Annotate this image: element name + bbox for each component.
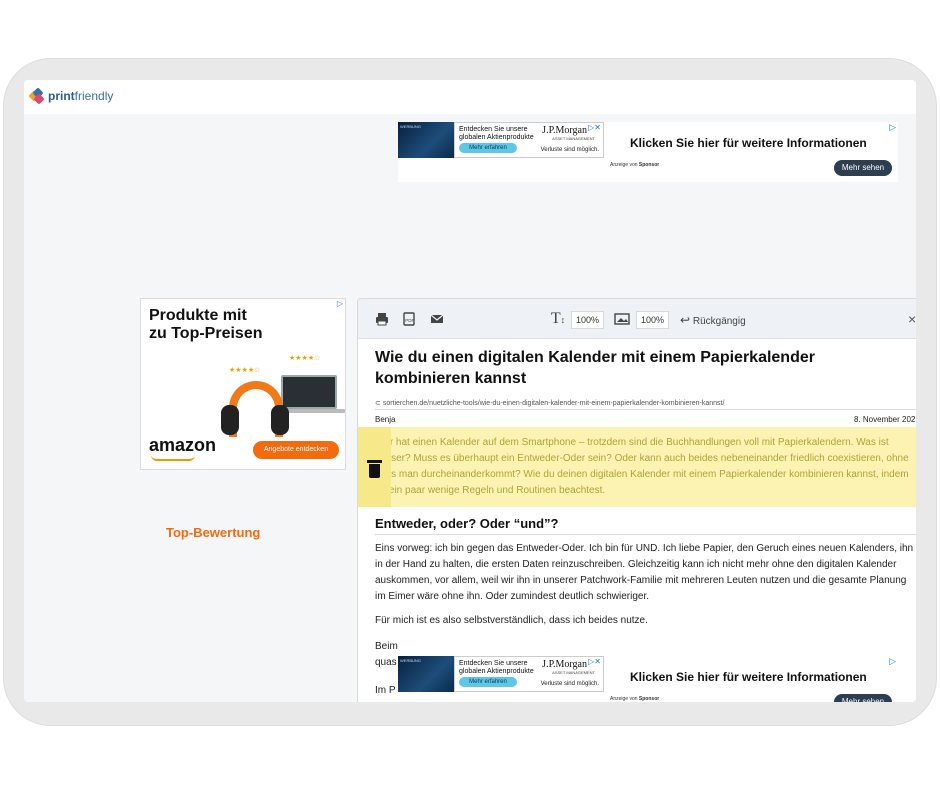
- article-paragraph[interactable]: Für mich ist es also selbstverständlich,…: [375, 613, 915, 629]
- amazon-smile-icon: [151, 455, 195, 461]
- ad-headline[interactable]: Klicken Sie hier für weitere Information…: [630, 136, 867, 150]
- ad-banner-top[interactable]: WERBUNG Entdecken Sie unsere globalen Ak…: [398, 122, 898, 182]
- printfriendly-logo[interactable]: printfriendly: [28, 87, 114, 105]
- delete-bar[interactable]: [358, 427, 391, 507]
- article-title: Wie du einen digitalen Kalender mit eine…: [375, 349, 815, 387]
- headphones-ear-right: [271, 405, 289, 435]
- screen: printfriendly WERBUNG Entdecken Sie unse…: [24, 80, 916, 702]
- text-size-icon[interactable]: T↕: [548, 311, 568, 327]
- article-intro[interactable]: Wer hat einen Kalender auf dem Smartphon…: [375, 435, 915, 499]
- article-date: 8. November 202: [854, 415, 916, 424]
- article-paragraph[interactable]: Beim: [375, 639, 915, 655]
- amazon-logo: amazon: [149, 435, 217, 455]
- ad-brand-sub: ASSET MANAGEMENT: [552, 136, 595, 141]
- ad-brand: J.P.Morgan: [542, 659, 587, 670]
- laptop-image: [281, 375, 337, 409]
- trash-icon[interactable]: [367, 460, 382, 478]
- ad-headline[interactable]: Klicken Sie hier für weitere Information…: [630, 670, 867, 684]
- ad-close-icon[interactable]: ▷✕: [588, 123, 601, 132]
- ad-brand-sub: ASSET MANAGEMENT: [552, 670, 595, 675]
- text-size-value[interactable]: 100%: [571, 311, 605, 329]
- undo-icon: ↩: [680, 313, 691, 327]
- divider: [375, 534, 916, 535]
- ad-text: Entdecken Sie unsere globalen Aktienprod…: [459, 660, 534, 675]
- ad-sponsor-label: Anzeige von Sponsor: [610, 696, 660, 702]
- logo-text: printfriendly: [48, 89, 114, 103]
- printer-icon[interactable]: [375, 312, 389, 326]
- rating-stars: ★★★★☆: [289, 355, 321, 362]
- ad-side-headline: Produkte mit Top-Bewertung zu Top-Preise…: [149, 307, 263, 540]
- ad-disclaimer: Verluste sind möglich.: [540, 147, 599, 153]
- ad-banner-bottom[interactable]: WERBUNG Entdecken Sie unsere globalen Ak…: [398, 656, 898, 702]
- ad-box: Entdecken Sie unsere globalen Aktienprod…: [454, 656, 604, 692]
- image-size-value[interactable]: 100%: [636, 311, 670, 329]
- ad-disclaimer: Verluste sind möglich.: [540, 681, 599, 687]
- document-toolbar: PDF T↕ 100% 100% ↩ Rückgängig ×: [358, 299, 916, 339]
- ad-close-icon[interactable]: ▷✕: [588, 657, 601, 666]
- adchoices-icon[interactable]: ▷: [889, 656, 896, 667]
- adchoices-icon[interactable]: ▷: [889, 122, 896, 133]
- undo-button[interactable]: ↩ Rückgängig: [680, 313, 746, 327]
- logo-mark-icon: [28, 87, 45, 105]
- ad-more-button[interactable]: Mehr sehen: [834, 694, 892, 702]
- divider: [375, 409, 916, 410]
- svg-text:PDF: PDF: [405, 318, 414, 323]
- email-icon[interactable]: [430, 312, 444, 326]
- pdf-icon[interactable]: PDF: [402, 312, 416, 326]
- article-url[interactable]: ⊂ sortierchen.de/nuetzliche-tools/wie-du…: [375, 399, 724, 407]
- ad-image: WERBUNG: [398, 656, 454, 692]
- close-button[interactable]: ×: [908, 311, 916, 327]
- image-size-icon[interactable]: [614, 312, 630, 326]
- article-paragraph[interactable]: Eins vorweg: ich bin gegen das Entweder-…: [375, 541, 915, 605]
- ad-brand: J.P.Morgan: [542, 125, 587, 136]
- ad-learn-more-button[interactable]: Mehr erfahren: [459, 143, 517, 153]
- article-author: Benja: [375, 415, 396, 424]
- adchoices-icon[interactable]: ▷: [337, 299, 343, 308]
- document-panel: PDF T↕ 100% 100% ↩ Rückgängig × Wie du e…: [357, 298, 916, 702]
- ad-side-cta-button[interactable]: Angebote entdecken: [253, 441, 339, 459]
- ad-more-button[interactable]: Mehr sehen: [834, 160, 892, 176]
- ad-text: Entdecken Sie unsere globalen Aktienprod…: [459, 126, 534, 141]
- ad-side[interactable]: Produkte mit Top-Bewertung zu Top-Preise…: [140, 298, 346, 540]
- ad-learn-more-button[interactable]: Mehr erfahren: [459, 677, 517, 687]
- top-bar: printfriendly: [24, 80, 916, 114]
- headphones-ear-left: [221, 405, 239, 435]
- ad-sponsor-label: Anzeige von Sponsor: [610, 162, 660, 168]
- ad-box: Entdecken Sie unsere globalen Aktienprod…: [454, 122, 604, 158]
- ad-image: WERBUNG: [398, 122, 454, 158]
- section-heading: Entweder, oder? Oder “und”?: [375, 516, 559, 531]
- link-icon: ⊂: [375, 400, 383, 407]
- rating-stars: ★★★★☆: [229, 367, 261, 374]
